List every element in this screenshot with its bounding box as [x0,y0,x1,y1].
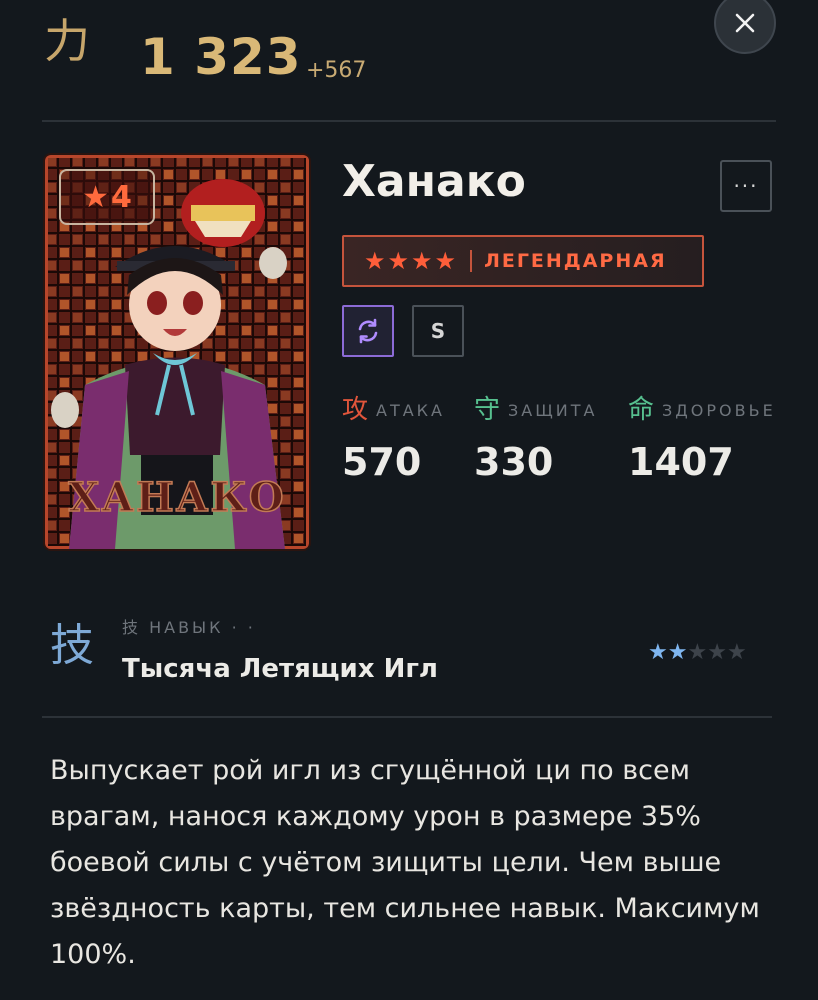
rarity-separator [470,250,473,272]
star-filled-icon: ★ [648,640,668,665]
power-delta: +567 [306,58,367,83]
power-value: 1 323 [140,28,302,86]
close-icon [735,13,755,33]
star-icon: ★ [82,179,110,215]
skill-divider [42,716,772,718]
card-star-level: 4 [111,179,132,215]
refresh-icon [358,318,378,344]
star-filled-icon: ★ [667,640,688,665]
health-icon: 命 [628,395,655,425]
character-card-art[interactable]: ★ 4 ХАНАКО [45,155,309,549]
rarity-label: ЛЕГЕНДАРНАЯ [484,250,667,272]
stat-label: ЗДОРОВЬЕ [662,400,776,420]
rarity-badge: ★★★★ ЛЕГЕНДАРНАЯ [342,235,704,287]
more-options-button[interactable]: ··· [720,160,772,212]
stat-label: АТАКА [376,400,445,420]
skill-name: Тысяча Летящих Игл [122,654,438,684]
header-divider [42,120,776,122]
skill-kind-label: 技 НАВЫК · · [122,618,256,637]
star-empty-icon: ★ [726,640,747,665]
stat-defense: 守 ЗАЩИТА 330 [474,397,597,481]
skill-description: Выпускает рой игл из сгущённой ци по все… [50,755,760,970]
stat-value: 570 [342,440,422,484]
star-empty-icon: ★ [687,640,708,665]
close-button[interactable] [714,0,776,54]
skill-star-rating: ★★★★★ [648,640,747,665]
stat-attack: 攻 АТАКА 570 [342,397,445,481]
refresh-button[interactable] [342,305,394,357]
stat-value: 330 [474,440,554,484]
tier-s-button[interactable]: S [412,305,464,357]
skill-icon: 技 [50,620,94,671]
attack-icon: 攻 [342,395,369,425]
character-name: Ханако [342,156,526,207]
stat-label: ЗАЩИТА [508,400,598,420]
card-star-badge: ★ 4 [59,169,155,225]
power-icon: 力 [44,14,90,68]
rarity-stars: ★★★★ [364,247,459,275]
card-title-art: ХАНАКО [68,473,286,522]
stat-health: 命 ЗДОРОВЬЕ 1407 [628,397,776,481]
stat-value: 1407 [628,440,734,484]
star-empty-icon: ★ [707,640,727,665]
ellipsis-icon: ··· [733,174,759,198]
defense-icon: 守 [474,395,501,425]
